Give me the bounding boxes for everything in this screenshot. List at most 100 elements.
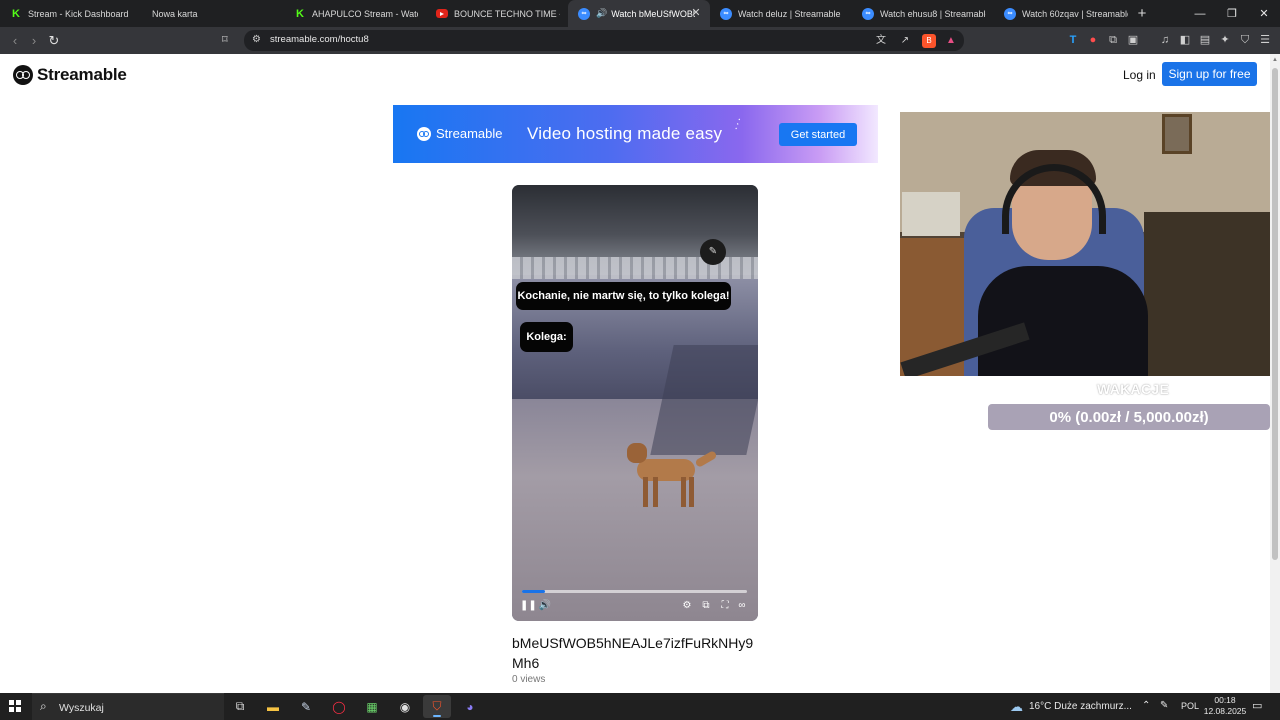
weather-text: 16°C Duże zachmurz... (1029, 701, 1132, 712)
shelf-items (902, 192, 960, 236)
language-indicator[interactable]: POL (1181, 701, 1199, 711)
login-link[interactable]: Log in (1123, 68, 1156, 82)
promo-banner[interactable]: Streamable Video hosting made easy ⋰ Get… (393, 105, 878, 163)
notification-icon[interactable]: ▭ (1252, 699, 1262, 712)
system-clock[interactable]: 00:18 12.08.2025 (1202, 695, 1248, 717)
picture-in-picture-icon[interactable]: ⧉ (699, 599, 713, 613)
tab-ahapulco-stream[interactable]: K AHAPULCO Stream - Watch Li (284, 0, 426, 27)
tab-kick-dashboard[interactable]: K Stream - Kick Dashboard (0, 0, 142, 27)
streamable-logo-icon (13, 65, 33, 85)
forward-icon[interactable]: › (25, 32, 43, 50)
screenshot-icon[interactable]: ▣ (1125, 32, 1141, 48)
brave-shields-icon[interactable]: B (922, 34, 936, 48)
app-draw-icon[interactable]: ✎ (292, 695, 320, 718)
video-title: bMeUSfWOB5hNEAJLe7izfFuRkNHy9Mh6 (512, 635, 754, 671)
banner-logo: Streamable (417, 126, 502, 141)
app-chat-icon[interactable]: ▦ (358, 695, 386, 718)
back-icon[interactable]: ‹ (6, 32, 24, 50)
brave-browser-icon[interactable]: ⛉ (423, 695, 451, 718)
video-progress-bar[interactable] (522, 590, 747, 593)
fullscreen-icon[interactable]: ⛶ (718, 599, 732, 613)
bookmark-icon[interactable]: ⌑ (222, 33, 228, 46)
tab-streamable-ehusu8[interactable]: ∞ Watch ehusu8 | Streamable (852, 0, 994, 27)
new-tab-button[interactable]: + (1130, 0, 1154, 27)
search-icon: ⌕ (40, 699, 47, 713)
goal-progress-bar: 0% (0.00zł / 5,000.00zł) (988, 404, 1270, 430)
tab-label: Watch deluz | Streamable (738, 8, 841, 19)
streamable-player-logo-icon[interactable]: ∞ (735, 599, 749, 613)
sidebar-icon[interactable]: ◧ (1177, 32, 1193, 48)
logo-text: Streamable (37, 65, 127, 84)
windows-taskbar: ⌕ Wyszukaj ⧉ ▬ ✎ ◯ ▦ ◉ ⛉ ◕ ☁ 16°C Duże z… (0, 693, 1280, 720)
tab-label: BOUNCE TECHNO TIME - YouT (454, 8, 560, 19)
video-player[interactable]: ✎ Kochanie, nie martw się, to tylko kole… (512, 185, 758, 621)
extension-record-icon[interactable]: ● (1085, 32, 1101, 48)
wall-picture (1162, 114, 1192, 154)
volume-icon[interactable]: 🔊 (538, 599, 552, 613)
settings-gear-icon[interactable]: ⚙ (680, 599, 694, 613)
streamable-icon: ∞ (720, 7, 732, 20)
youtube-icon (436, 9, 448, 18)
wallet-icon[interactable]: ▤ (1197, 32, 1213, 48)
page-scrollbar[interactable]: ▲ (1270, 54, 1280, 693)
pen-icon[interactable]: ✎ (1160, 700, 1168, 711)
clock-time: 00:18 (1214, 695, 1236, 705)
window-controls: — ❐ ✕ (1184, 0, 1280, 27)
reload-icon[interactable]: ↻ (45, 32, 63, 50)
taskbar-search[interactable]: ⌕ Wyszukaj (32, 693, 224, 720)
tab-streamable-active[interactable]: ∞ 🔊 Watch bMeUSfWOB5h ✕ (568, 0, 710, 27)
file-explorer-icon[interactable]: ▬ (259, 695, 287, 718)
get-started-button[interactable]: Get started (779, 123, 857, 146)
opera-icon[interactable]: ◯ (325, 695, 353, 718)
extension-tt-icon[interactable]: T (1065, 32, 1081, 48)
minimize-icon[interactable]: — (1184, 0, 1216, 27)
tab-streamable-60zqav[interactable]: ∞ Watch 60zqav | Streamable (994, 0, 1130, 27)
tab-new-tab[interactable]: Nowa karta (142, 0, 284, 27)
scroll-up-icon[interactable]: ▲ (1272, 57, 1278, 63)
streamable-icon: ∞ (1004, 7, 1016, 20)
tab-label: Watch bMeUSfWOB5h (611, 8, 696, 19)
streamable-logo-icon (417, 126, 431, 141)
menu-icon[interactable]: ☰ (1257, 32, 1273, 48)
vpn-shield-icon[interactable]: ⛉ (1237, 32, 1253, 48)
obs-icon[interactable]: ◉ (391, 695, 419, 718)
tab-youtube-bounce[interactable]: BOUNCE TECHNO TIME - YouT (426, 0, 568, 27)
address-bar[interactable]: ⚙ streamable.com/hoctu8 文 ↗ B ▲ (244, 30, 964, 51)
tab-label: Watch 60zqav | Streamable (1022, 8, 1128, 19)
restore-icon[interactable]: ❐ (1216, 0, 1248, 27)
discord-icon[interactable]: ◕ (456, 695, 484, 718)
media-music-icon[interactable]: ♫ (1157, 32, 1173, 48)
extensions-puzzle-icon[interactable]: ⧉ (1105, 32, 1121, 48)
page-content: Streamable Log in Sign up for free Strea… (0, 54, 1270, 693)
streamable-logo[interactable]: Streamable (13, 64, 127, 86)
signup-button[interactable]: Sign up for free (1162, 62, 1257, 86)
browser-toolbar: ‹ › ↻ ⌑ ⚙ streamable.com/hoctu8 文 ↗ B ▲ … (0, 27, 1280, 54)
translate-icon[interactable]: 文 (874, 34, 888, 48)
close-tab-icon[interactable]: ✕ (690, 7, 702, 19)
weather-widget[interactable]: ☁ 16°C Duże zachmurz... (1010, 693, 1132, 720)
video-caption-bottom: Kolega: (520, 322, 573, 352)
tab-label: Stream - Kick Dashboard (28, 8, 129, 19)
tab-label: Watch ehusu8 | Streamable (880, 8, 986, 19)
goal-title: WAKACJE (1097, 381, 1170, 397)
tab-label: AHAPULCO Stream - Watch Li (312, 8, 418, 19)
share-icon[interactable]: ↗ (898, 34, 912, 48)
clock-date: 12.08.2025 (1203, 706, 1247, 716)
search-placeholder: Wyszukaj (59, 702, 104, 714)
sofa (1144, 212, 1270, 376)
site-info-icon[interactable]: ⚙ (252, 34, 261, 45)
windows-start-icon[interactable] (9, 700, 21, 712)
watermark-icon: ✎ (700, 239, 726, 265)
scrollbar-thumb[interactable] (1272, 68, 1278, 560)
banner-logo-text: Streamable (436, 126, 503, 141)
brave-rewards-icon[interactable]: ▲ (944, 34, 958, 48)
task-view-icon[interactable]: ⧉ (226, 695, 254, 718)
cloud-icon: ☁ (1010, 698, 1023, 714)
screen: K Stream - Kick Dashboard Nowa karta K A… (0, 0, 1280, 720)
tray-chevron-icon[interactable]: ⌃ (1142, 700, 1150, 711)
leo-ai-icon[interactable]: ✦ (1217, 32, 1233, 48)
pause-icon[interactable]: ❚❚ (520, 599, 537, 613)
speaker-icon[interactable]: 🔊 (596, 8, 607, 19)
close-window-icon[interactable]: ✕ (1248, 0, 1280, 27)
tab-streamable-deluz[interactable]: ∞ Watch deluz | Streamable (710, 0, 852, 27)
